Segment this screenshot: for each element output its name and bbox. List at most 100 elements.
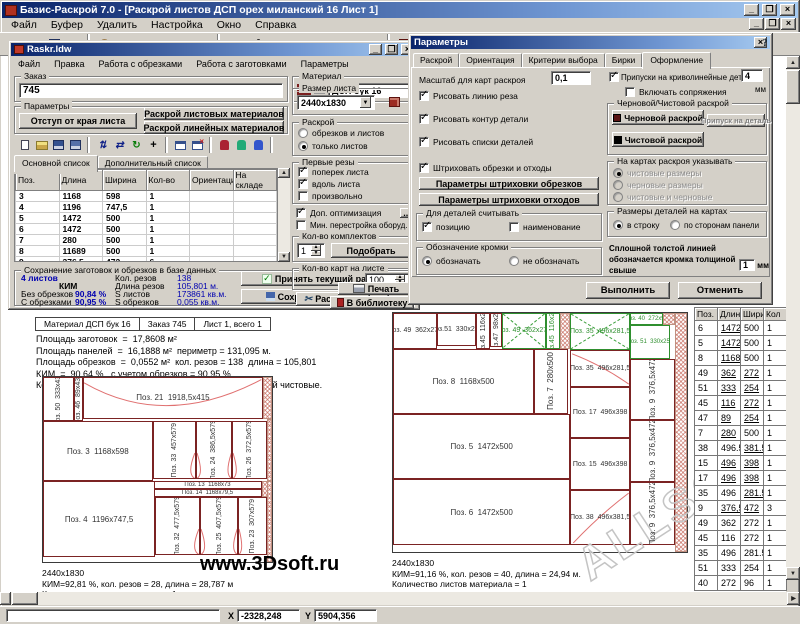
- save-as-icon[interactable]: [67, 138, 84, 152]
- table-cell[interactable]: 1: [764, 561, 787, 576]
- mdi-restore-icon[interactable]: ❐: [765, 18, 780, 30]
- table-cell[interactable]: 9: [16, 257, 60, 263]
- table-row[interactable]: 514725001: [695, 336, 787, 351]
- table-cell[interactable]: 4: [16, 202, 60, 213]
- cut-linear-button[interactable]: Раскрой линейных материалов: [144, 121, 284, 134]
- table-cell[interactable]: 8: [695, 351, 718, 366]
- radio-rough-sizes[interactable]: черновые размеры: [613, 180, 703, 190]
- edge-offset-button[interactable]: Отступ от края листа: [19, 113, 137, 129]
- table-cell[interactable]: 254: [741, 411, 764, 426]
- menu-item-Окно[interactable]: Окно: [210, 18, 248, 32]
- table-row[interactable]: 41196747,51: [16, 202, 277, 213]
- table-cell[interactable]: 280: [718, 426, 741, 441]
- table-cell[interactable]: 40: [695, 576, 718, 591]
- table-cell[interactable]: 7: [695, 426, 718, 441]
- save-icon[interactable]: [50, 138, 67, 152]
- table-cell[interactable]: [233, 235, 277, 246]
- menu-item-Настройка[interactable]: Настройка: [144, 18, 210, 32]
- table-row[interactable]: 35496281.51: [695, 486, 787, 501]
- table-cell[interactable]: 272: [741, 366, 764, 381]
- sets-down-icon[interactable]: ▼: [311, 251, 321, 257]
- table-cell[interactable]: 281.5: [741, 486, 764, 501]
- raskr-minimize-icon[interactable]: _: [369, 44, 382, 55]
- table-cell[interactable]: 1168: [718, 351, 741, 366]
- table-cell[interactable]: 15: [695, 456, 718, 471]
- library-button[interactable]: В библиотеку: [330, 296, 414, 309]
- menu-item-Буфер[interactable]: Буфер: [44, 18, 90, 32]
- vertical-scrollbar[interactable]: ▲ ▼: [786, 56, 800, 580]
- table-cell[interactable]: 1: [146, 235, 190, 246]
- add-icon[interactable]: [145, 138, 162, 152]
- table-cell[interactable]: 333: [718, 561, 741, 576]
- table-cell[interactable]: 472: [103, 257, 147, 263]
- db-red-icon[interactable]: [216, 138, 233, 152]
- table-cell[interactable]: 1472: [59, 224, 103, 235]
- details-table-scrollbar[interactable]: ▲ ▼: [278, 168, 290, 262]
- details-scroll-up-icon[interactable]: ▲: [278, 168, 290, 178]
- apply-button[interactable]: Выполнить: [586, 282, 670, 299]
- fit-sets-button[interactable]: Подобрать: [331, 243, 411, 258]
- table-cell[interactable]: 3: [764, 501, 787, 516]
- table-cell[interactable]: 500: [741, 321, 764, 336]
- table-cell[interactable]: 398: [741, 471, 764, 486]
- table-cell[interactable]: 747,5: [103, 202, 147, 213]
- table-row[interactable]: 451162721: [695, 531, 787, 546]
- column-header-Длина[interactable]: Длина: [718, 308, 741, 321]
- table-cell[interactable]: 496.5: [718, 441, 741, 456]
- table-cell[interactable]: 500: [103, 224, 147, 235]
- minimize-icon[interactable]: _: [744, 4, 759, 16]
- table-cell[interactable]: [190, 213, 234, 224]
- table-row[interactable]: 40272961: [695, 576, 787, 591]
- menu-item-Удалить[interactable]: Удалить: [90, 18, 144, 32]
- table-cell[interactable]: 1: [764, 486, 787, 501]
- table-cell[interactable]: 500: [741, 336, 764, 351]
- table-cell[interactable]: 3: [16, 191, 60, 202]
- table-cell[interactable]: 381.5: [741, 441, 764, 456]
- checkbox-draw-cut-line[interactable]: Рисовать линию реза: [419, 91, 518, 101]
- table-cell[interactable]: 1: [764, 546, 787, 561]
- table-cell[interactable]: 11689: [59, 246, 103, 257]
- table-cell[interactable]: 6: [695, 321, 718, 336]
- table-row[interactable]: 311685981: [16, 191, 277, 202]
- table-x-icon[interactable]: [189, 138, 206, 152]
- checkbox-name[interactable]: наименование: [509, 222, 580, 232]
- table-cell[interactable]: 17: [695, 471, 718, 486]
- table-cell[interactable]: 333: [718, 381, 741, 396]
- hscroll-thumb[interactable]: [12, 592, 38, 605]
- table-cell[interactable]: [190, 257, 234, 263]
- table-cell[interactable]: [233, 257, 277, 263]
- order-input[interactable]: 745: [19, 83, 283, 98]
- horizontal-scrollbar[interactable]: ▶: [0, 592, 800, 605]
- checkbox-any-direction[interactable]: произвольно: [298, 191, 362, 201]
- rough-cut-button[interactable]: Черновой раскрой: [612, 110, 704, 125]
- table-cell[interactable]: 598: [103, 191, 147, 202]
- table-cell[interactable]: 1: [764, 426, 787, 441]
- table-cell[interactable]: 500: [103, 213, 147, 224]
- table-cell[interactable]: [233, 224, 277, 235]
- print-button[interactable]: Печать: [338, 282, 414, 295]
- table-row[interactable]: 451162721: [695, 396, 787, 411]
- vscroll-thumb[interactable]: [786, 70, 800, 104]
- table-cell[interactable]: 5: [695, 336, 718, 351]
- menu-item-Параметры[interactable]: Параметры: [294, 58, 356, 70]
- table-row[interactable]: 9376,54726: [16, 257, 277, 263]
- table-row[interactable]: 514725001: [16, 213, 277, 224]
- menu-item-Правка[interactable]: Правка: [47, 58, 91, 70]
- table-cell[interactable]: 1196: [59, 202, 103, 213]
- table-row[interactable]: 35496281.51: [695, 546, 787, 561]
- table-cell[interactable]: 362: [718, 516, 741, 531]
- column-header-Длина[interactable]: Длина: [59, 170, 103, 191]
- column-header-Кол[interactable]: Кол: [764, 308, 787, 321]
- table-cell[interactable]: 272: [718, 576, 741, 591]
- table-cell[interactable]: 496: [718, 456, 741, 471]
- table-cell[interactable]: 272: [741, 516, 764, 531]
- tab-Критерии выбора[interactable]: Критерии выбора: [522, 53, 605, 67]
- checkbox-curve-allowance[interactable]: Припуски на криволинейные детали: [609, 72, 755, 82]
- table-cell[interactable]: 8: [16, 246, 60, 257]
- new-icon[interactable]: [16, 138, 33, 152]
- column-header-Ширина[interactable]: Ширина: [103, 170, 147, 191]
- table-cell[interactable]: 1: [764, 336, 787, 351]
- checkbox-extra-optimization[interactable]: Доп. оптимизация: [296, 208, 381, 218]
- radio-sizes-by-sides[interactable]: по сторонам панели: [670, 220, 759, 230]
- table-cell[interactable]: 1: [764, 411, 787, 426]
